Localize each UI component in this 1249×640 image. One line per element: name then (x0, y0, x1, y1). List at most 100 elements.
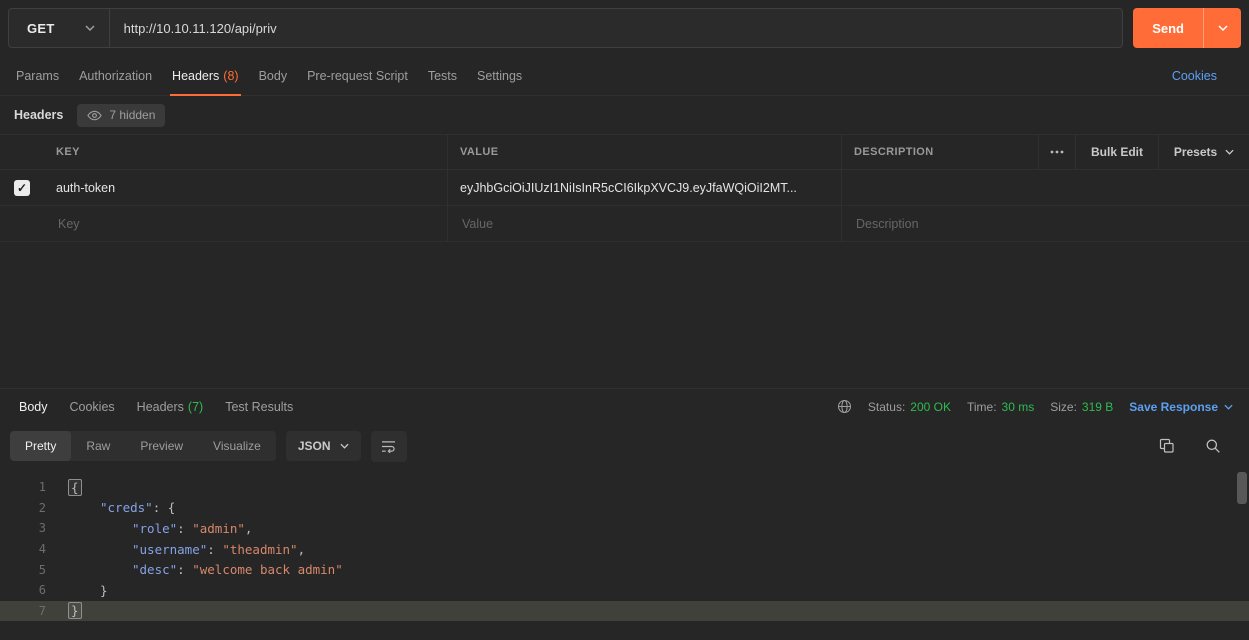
view-mode-preview[interactable]: Preview (125, 431, 198, 461)
new-description-input[interactable] (854, 216, 1237, 232)
response-tab-headers[interactable]: Headers (7) (126, 400, 215, 414)
response-panel: Body Cookies Headers (7) Test Results St… (0, 388, 1249, 640)
url-container: GET (8, 8, 1123, 48)
size-value: 319 B (1082, 400, 1113, 414)
vertical-scrollbar (1235, 468, 1249, 640)
new-value-cell (447, 206, 841, 241)
open-brace: { (168, 500, 176, 515)
header-value-cell[interactable]: eyJhbGciOiJIUzI1NiIsInR5cCI6IkpXVCJ9.eyJ… (447, 170, 841, 205)
globe-icon[interactable] (837, 399, 852, 414)
search-icon[interactable] (1205, 438, 1221, 454)
save-response-button[interactable]: Save Response (1129, 400, 1233, 414)
request-bar: GET Send (0, 0, 1249, 56)
response-tabs: Body Cookies Headers (7) Test Results St… (0, 389, 1249, 424)
save-response-label: Save Response (1129, 400, 1218, 414)
response-body-code: 1 { 2 "creds": { 3 "role": "admin", 4 "u… (0, 468, 1249, 640)
json-key: "username" (132, 542, 207, 557)
view-mode-visualize[interactable]: Visualize (198, 431, 276, 461)
time-value: 30 ms (1002, 400, 1035, 414)
chevron-down-icon (1224, 404, 1233, 410)
send-options-button[interactable] (1203, 8, 1241, 48)
tab-label: Body (259, 69, 288, 83)
status-value: 200 OK (910, 400, 951, 414)
tab-count: (8) (223, 69, 238, 83)
json-comma: , (298, 542, 306, 557)
checkbox-column-header (0, 135, 44, 169)
header-description-cell[interactable] (841, 170, 1249, 205)
tab-body[interactable]: Body (249, 56, 298, 95)
format-dropdown[interactable]: JSON (286, 431, 361, 461)
tab-settings[interactable]: Settings (467, 56, 532, 95)
status-indicator: Status: 200 OK (868, 400, 951, 414)
code-line-4: 4 "username": "theadmin", (0, 539, 1249, 560)
json-colon: : (177, 562, 192, 577)
method-dropdown[interactable]: GET (9, 9, 110, 47)
headers-section-title: Headers (14, 108, 63, 122)
row-checkbox-checked[interactable] (14, 180, 30, 196)
chevron-down-icon (1218, 25, 1228, 31)
chevron-down-icon (1225, 149, 1234, 155)
row-checkbox-cell (0, 170, 44, 205)
wrap-text-button[interactable] (371, 431, 407, 462)
more-options-button[interactable] (1038, 135, 1075, 169)
json-key: "desc" (132, 562, 177, 577)
json-colon: : (153, 500, 168, 515)
code-line-5: 5 "desc": "welcome back admin" (0, 559, 1249, 580)
url-input[interactable] (110, 9, 1123, 47)
open-brace: { (68, 479, 82, 496)
code-line-2: 2 "creds": { (0, 498, 1249, 519)
copy-icon[interactable] (1159, 438, 1175, 454)
tab-label: Pre-request Script (307, 69, 408, 83)
more-options-icon (1050, 150, 1064, 154)
line-number: 1 (0, 480, 46, 494)
cookies-link[interactable]: Cookies (1172, 69, 1217, 83)
header-row-empty (0, 206, 1249, 242)
tab-params[interactable]: Params (6, 56, 69, 95)
method-label: GET (27, 21, 55, 36)
status-label: Status: (868, 400, 905, 414)
response-tab-test-results[interactable]: Test Results (214, 400, 304, 414)
send-button[interactable]: Send (1133, 8, 1203, 48)
response-tab-cookies[interactable]: Cookies (59, 400, 126, 414)
tab-authorization[interactable]: Authorization (69, 56, 162, 95)
scrollbar-thumb[interactable] (1237, 472, 1247, 504)
tab-label: Body (19, 400, 48, 414)
tab-label: Tests (428, 69, 457, 83)
presets-dropdown[interactable]: Presets (1158, 135, 1249, 169)
line-number: 4 (0, 542, 46, 556)
response-viewer-toolbar: Pretty Raw Preview Visualize JSON (0, 424, 1249, 468)
tab-label: Authorization (79, 69, 152, 83)
bulk-edit-button[interactable]: Bulk Edit (1075, 135, 1158, 169)
new-description-cell (841, 206, 1249, 241)
hidden-headers-toggle[interactable]: 7 hidden (77, 104, 165, 127)
header-key-cell[interactable]: auth-token (44, 170, 447, 205)
tab-pre-request-script[interactable]: Pre-request Script (297, 56, 418, 95)
code-line-7: 7 } (0, 601, 1249, 622)
tab-label: Params (16, 69, 59, 83)
tab-label: Headers (172, 69, 219, 83)
line-number: 5 (0, 563, 46, 577)
presets-label: Presets (1174, 145, 1217, 159)
value-column-header: VALUE (447, 135, 841, 169)
tab-tests[interactable]: Tests (418, 56, 467, 95)
tab-label: Test Results (225, 400, 293, 414)
size-indicator: Size: 319 B (1050, 400, 1113, 414)
format-label: JSON (298, 439, 331, 453)
response-tab-body[interactable]: Body (8, 400, 59, 414)
json-key: "role" (132, 521, 177, 536)
json-colon: : (207, 542, 222, 557)
new-value-input[interactable] (460, 216, 829, 232)
time-label: Time: (967, 400, 997, 414)
new-key-input[interactable] (56, 216, 435, 232)
tab-headers[interactable]: Headers (8) (162, 56, 249, 95)
wrap-text-icon (381, 440, 396, 453)
view-mode-raw[interactable]: Raw (71, 431, 125, 461)
tab-label: Settings (477, 69, 522, 83)
code-line-1: 1 { (0, 477, 1249, 498)
json-string-value: "welcome back admin" (192, 562, 343, 577)
request-tabs: Params Authorization Headers (8) Body Pr… (0, 56, 1249, 96)
json-comma: , (245, 521, 253, 536)
eye-icon (87, 108, 102, 123)
view-mode-pretty[interactable]: Pretty (10, 431, 71, 461)
headers-section-bar: Headers 7 hidden (0, 96, 1249, 134)
